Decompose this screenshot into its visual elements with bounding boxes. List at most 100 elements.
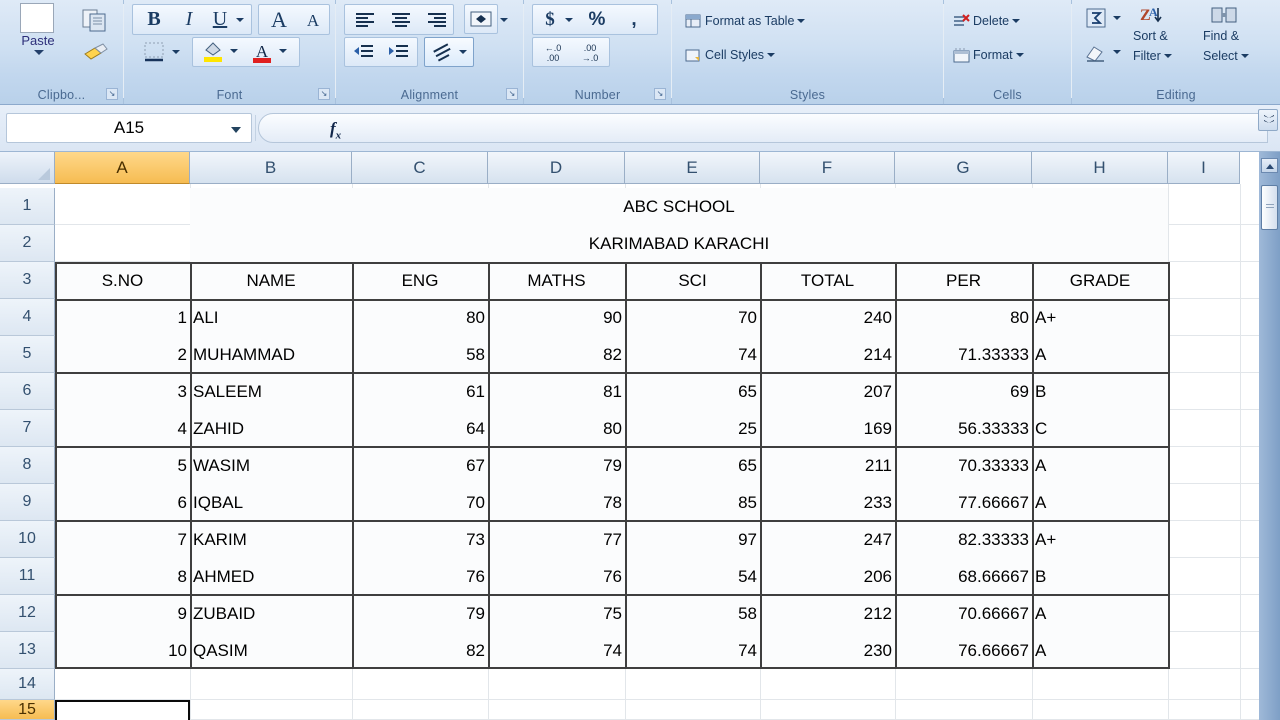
cell-header-maths[interactable]: MATHS bbox=[488, 262, 625, 299]
cell-grade-9[interactable]: A bbox=[1032, 595, 1168, 632]
vertical-scrollbar[interactable] bbox=[1259, 152, 1280, 720]
cell-name-6[interactable]: IQBAL bbox=[190, 484, 352, 521]
bold-button[interactable]: B bbox=[138, 5, 170, 34]
column-header-e[interactable]: E bbox=[625, 152, 760, 184]
cell-eng-4[interactable]: 64 bbox=[352, 410, 488, 447]
cell-sno-8[interactable]: 8 bbox=[55, 558, 190, 595]
increase-decimal-button[interactable]: ←.0.00 bbox=[535, 38, 571, 66]
cell-per-5[interactable]: 70.33333 bbox=[895, 447, 1032, 484]
format-as-table-button[interactable]: Format as Table bbox=[684, 8, 864, 34]
cell-eng-2[interactable]: 58 bbox=[352, 336, 488, 373]
cell-sno-6[interactable]: 6 bbox=[55, 484, 190, 521]
cell-grade-7[interactable]: A+ bbox=[1032, 521, 1168, 558]
cell-header-eng[interactable]: ENG bbox=[352, 262, 488, 299]
cell-grade-4[interactable]: C bbox=[1032, 410, 1168, 447]
cell-sno-1[interactable]: 1 bbox=[55, 299, 190, 336]
row-header-7[interactable]: 7 bbox=[0, 410, 55, 447]
cell-eng-6[interactable]: 70 bbox=[352, 484, 488, 521]
font-color-dropdown-arrow[interactable] bbox=[278, 45, 290, 57]
cell-header-sno[interactable]: S.NO bbox=[55, 262, 190, 299]
font-dialog-launcher[interactable]: ↘ bbox=[318, 88, 330, 100]
paste-dropdown-arrow[interactable] bbox=[34, 50, 44, 55]
cell-total-4[interactable]: 169 bbox=[760, 410, 895, 447]
cell-total-6[interactable]: 233 bbox=[760, 484, 895, 521]
fill-color-dropdown-arrow[interactable] bbox=[229, 45, 241, 57]
cell-sno-9[interactable]: 9 bbox=[55, 595, 190, 632]
cell-name-4[interactable]: ZAHID bbox=[190, 410, 352, 447]
cell-name-2[interactable]: MUHAMMAD bbox=[190, 336, 352, 373]
cell-sno-7[interactable]: 7 bbox=[55, 521, 190, 558]
cell-maths-9[interactable]: 75 bbox=[488, 595, 625, 632]
column-header-h[interactable]: H bbox=[1032, 152, 1168, 184]
increase-font-size-button[interactable]: A bbox=[262, 5, 296, 34]
cell-sci-1[interactable]: 70 bbox=[625, 299, 760, 336]
autosum-button[interactable] bbox=[1080, 4, 1112, 32]
cell-maths-4[interactable]: 80 bbox=[488, 410, 625, 447]
cell-per-3[interactable]: 69 bbox=[895, 373, 1032, 410]
cell-eng-9[interactable]: 79 bbox=[352, 595, 488, 632]
cell-title-address[interactable]: KARIMABAD KARACHI bbox=[190, 225, 1168, 262]
row-header-15[interactable]: 15 bbox=[0, 700, 55, 720]
cell-sno-5[interactable]: 5 bbox=[55, 447, 190, 484]
borders-dropdown-arrow[interactable] bbox=[171, 46, 183, 58]
number-dialog-launcher[interactable]: ↘ bbox=[654, 88, 666, 100]
cell-title-school[interactable]: ABC SCHOOL bbox=[190, 188, 1168, 225]
cell-sci-9[interactable]: 58 bbox=[625, 595, 760, 632]
clear-dropdown-arrow[interactable] bbox=[1112, 46, 1124, 58]
cell-sci-3[interactable]: 65 bbox=[625, 373, 760, 410]
row-header-5[interactable]: 5 bbox=[0, 336, 55, 373]
find-select-button-line2[interactable]: Select bbox=[1200, 46, 1276, 66]
cell-sci-5[interactable]: 65 bbox=[625, 447, 760, 484]
paste-button-label[interactable]: Paste bbox=[0, 33, 76, 48]
align-left-button[interactable] bbox=[348, 5, 382, 34]
cell-name-10[interactable]: QASIM bbox=[190, 632, 352, 669]
name-box[interactable]: A15 bbox=[6, 113, 252, 143]
cell-sno-3[interactable]: 3 bbox=[55, 373, 190, 410]
cell-name-1[interactable]: ALI bbox=[190, 299, 352, 336]
selected-cell-a15[interactable] bbox=[55, 700, 190, 720]
cell-total-9[interactable]: 212 bbox=[760, 595, 895, 632]
cell-sno-10[interactable]: 10 bbox=[55, 632, 190, 669]
sort-filter-button-line1[interactable]: Sort & bbox=[1128, 26, 1196, 45]
cell-grade-3[interactable]: B bbox=[1032, 373, 1168, 410]
cell-total-8[interactable]: 206 bbox=[760, 558, 895, 595]
accounting-dropdown-arrow[interactable] bbox=[564, 14, 576, 26]
cell-sci-10[interactable]: 74 bbox=[625, 632, 760, 669]
increase-indent-button[interactable] bbox=[382, 38, 416, 66]
cell-maths-3[interactable]: 81 bbox=[488, 373, 625, 410]
cell-name-8[interactable]: AHMED bbox=[190, 558, 352, 595]
cell-sno-2[interactable]: 2 bbox=[55, 336, 190, 373]
underline-button[interactable]: U bbox=[206, 5, 234, 34]
name-box-dropdown-arrow[interactable] bbox=[231, 127, 241, 133]
cell-maths-5[interactable]: 79 bbox=[488, 447, 625, 484]
row-header-3[interactable]: 3 bbox=[0, 262, 55, 299]
cell-name-9[interactable]: ZUBAID bbox=[190, 595, 352, 632]
row-header-13[interactable]: 13 bbox=[0, 632, 55, 669]
decrease-indent-button[interactable] bbox=[347, 38, 381, 66]
find-select-icon[interactable] bbox=[1202, 2, 1248, 28]
cell-per-6[interactable]: 77.66667 bbox=[895, 484, 1032, 521]
cell-eng-10[interactable]: 82 bbox=[352, 632, 488, 669]
cell-per-4[interactable]: 56.33333 bbox=[895, 410, 1032, 447]
clear-button[interactable] bbox=[1080, 38, 1112, 66]
cell-sci-4[interactable]: 25 bbox=[625, 410, 760, 447]
clipboard-dialog-launcher[interactable]: ↘ bbox=[106, 88, 118, 100]
alignment-dialog-launcher[interactable]: ↘ bbox=[506, 88, 518, 100]
cell-total-1[interactable]: 240 bbox=[760, 299, 895, 336]
format-painter-button[interactable] bbox=[80, 38, 114, 66]
expand-formula-bar-button[interactable] bbox=[1258, 109, 1278, 131]
cell-per-10[interactable]: 76.66667 bbox=[895, 632, 1032, 669]
scroll-up-button[interactable] bbox=[1261, 158, 1278, 173]
cell-per-7[interactable]: 82.33333 bbox=[895, 521, 1032, 558]
column-header-b[interactable]: B bbox=[190, 152, 352, 184]
cell-grade-1[interactable]: A+ bbox=[1032, 299, 1168, 336]
underline-dropdown-arrow[interactable] bbox=[235, 14, 247, 26]
row-header-2[interactable]: 2 bbox=[0, 225, 55, 262]
cell-grade-10[interactable]: A bbox=[1032, 632, 1168, 669]
cell-header-sci[interactable]: SCI bbox=[625, 262, 760, 299]
cell-styles-button[interactable]: Cell Styles bbox=[684, 42, 844, 68]
sort-filter-button-line2[interactable]: Filter bbox=[1128, 46, 1196, 66]
cell-header-name[interactable]: NAME bbox=[190, 262, 352, 299]
autosum-dropdown-arrow[interactable] bbox=[1112, 12, 1124, 24]
cell-maths-2[interactable]: 82 bbox=[488, 336, 625, 373]
